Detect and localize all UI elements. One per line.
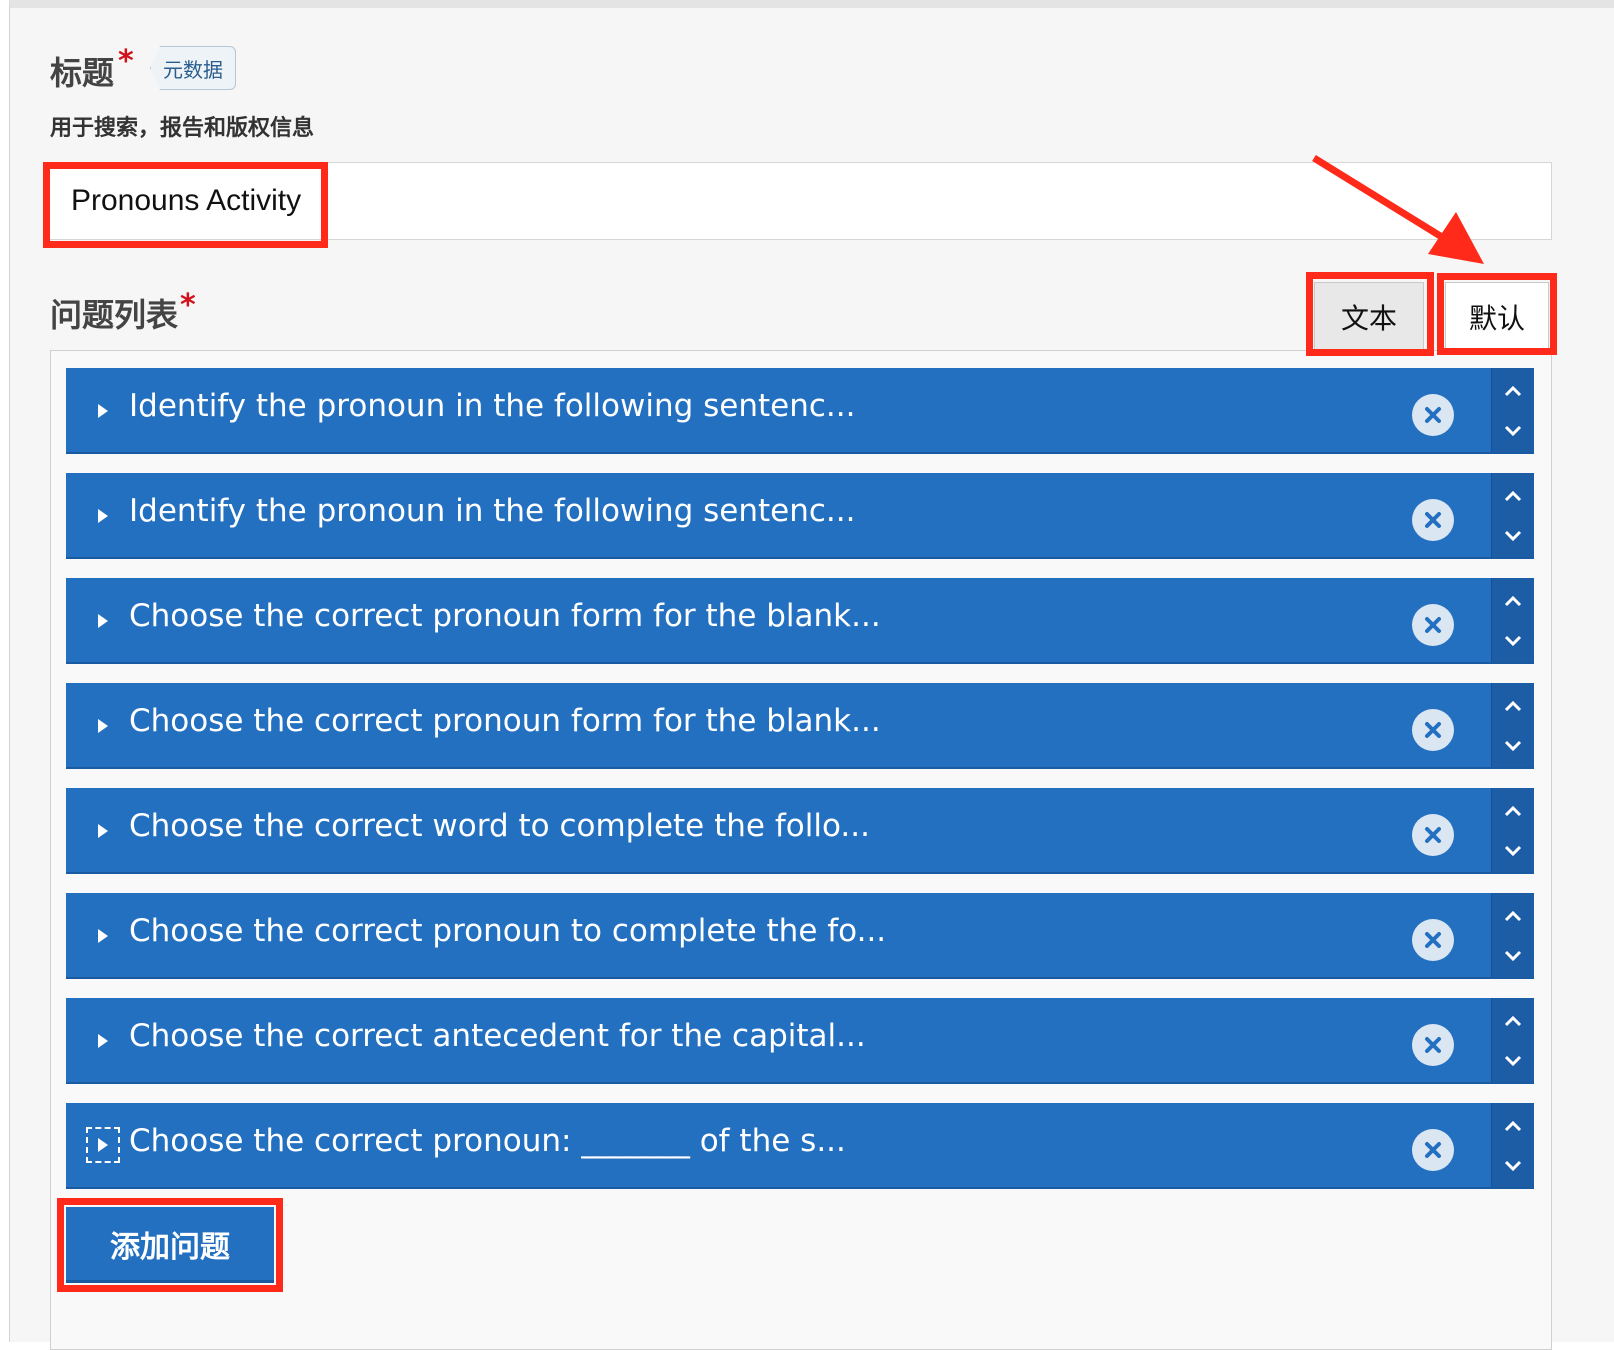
chevron-up-icon[interactable] (1503, 384, 1523, 398)
reorder-controls (1491, 788, 1534, 872)
chevron-down-icon[interactable] (1503, 1054, 1523, 1068)
close-circle-icon[interactable] (1412, 604, 1454, 646)
close-circle-icon[interactable] (1412, 709, 1454, 751)
chevron-up-icon[interactable] (1503, 1119, 1523, 1133)
question-item[interactable]: Choose the correct pronoun form for the … (66, 578, 1534, 664)
reorder-controls (1491, 473, 1534, 557)
caret-right-icon[interactable] (94, 713, 112, 739)
chevron-down-icon[interactable] (1503, 844, 1523, 858)
caret-right-icon[interactable] (86, 1127, 120, 1163)
text-mode-button[interactable]: 文本 (1314, 282, 1424, 352)
chevron-down-icon[interactable] (1503, 424, 1523, 438)
add-question-button[interactable]: 添加问题 (66, 1207, 274, 1283)
caret-right-icon[interactable] (94, 503, 112, 529)
reorder-controls (1491, 893, 1534, 977)
close-circle-icon[interactable] (1412, 394, 1454, 436)
question-item[interactable]: Choose the correct pronoun: _______ of t… (66, 1103, 1534, 1189)
chevron-down-icon[interactable] (1503, 1159, 1523, 1173)
chevron-up-icon[interactable] (1503, 489, 1523, 503)
reorder-controls (1491, 1103, 1534, 1187)
question-label[interactable]: Choose the correct antecedent for the ca… (129, 1018, 866, 1054)
question-label[interactable]: Choose the correct pronoun form for the … (129, 703, 881, 739)
question-label[interactable]: Identify the pronoun in the following se… (129, 388, 856, 424)
question-item[interactable]: Choose the correct pronoun to complete t… (66, 893, 1534, 979)
question-label[interactable]: Identify the pronoun in the following se… (129, 493, 856, 529)
required-mark: * (118, 44, 134, 79)
reorder-controls (1491, 368, 1534, 452)
question-item[interactable]: Identify the pronoun in the following se… (66, 368, 1534, 454)
question-item[interactable]: Choose the correct antecedent for the ca… (66, 998, 1534, 1084)
caret-right-icon[interactable] (94, 1028, 112, 1054)
title-label: 标题 (50, 54, 115, 92)
question-item[interactable]: Choose the correct pronoun form for the … (66, 683, 1534, 769)
caret-right-icon[interactable] (94, 923, 112, 949)
title-input[interactable] (46, 162, 1552, 240)
caret-right-icon[interactable] (94, 398, 112, 424)
chevron-up-icon[interactable] (1503, 804, 1523, 818)
metadata-tag[interactable]: 元数据 (150, 46, 236, 90)
question-label[interactable]: Choose the correct pronoun: _______ of t… (129, 1123, 846, 1159)
question-item[interactable]: Identify the pronoun in the following se… (66, 473, 1534, 559)
question-label[interactable]: Choose the correct word to complete the … (129, 808, 870, 844)
reorder-controls (1491, 998, 1534, 1082)
chevron-down-icon[interactable] (1503, 739, 1523, 753)
required-mark: * (180, 288, 196, 323)
chevron-up-icon[interactable] (1503, 699, 1523, 713)
close-circle-icon[interactable] (1412, 814, 1454, 856)
chevron-up-icon[interactable] (1503, 594, 1523, 608)
close-circle-icon[interactable] (1412, 919, 1454, 961)
question-label[interactable]: Choose the correct pronoun to complete t… (129, 913, 886, 949)
question-item[interactable]: Choose the correct word to complete the … (66, 788, 1534, 874)
chevron-down-icon[interactable] (1503, 949, 1523, 963)
title-hint: 用于搜索，报告和版权信息 (50, 116, 315, 141)
question-label[interactable]: Choose the correct pronoun form for the … (129, 598, 881, 634)
reorder-controls (1491, 683, 1534, 767)
chevron-down-icon[interactable] (1503, 529, 1523, 543)
caret-right-icon[interactable] (94, 818, 112, 844)
close-circle-icon[interactable] (1412, 1129, 1454, 1171)
question-list-label: 问题列表 (50, 296, 179, 334)
close-circle-icon[interactable] (1412, 1024, 1454, 1066)
chevron-up-icon[interactable] (1503, 1014, 1523, 1028)
chevron-up-icon[interactable] (1503, 909, 1523, 923)
chevron-down-icon[interactable] (1503, 634, 1523, 648)
caret-right-icon[interactable] (94, 608, 112, 634)
default-mode-button[interactable]: 默认 (1445, 282, 1549, 352)
close-circle-icon[interactable] (1412, 499, 1454, 541)
reorder-controls (1491, 578, 1534, 662)
